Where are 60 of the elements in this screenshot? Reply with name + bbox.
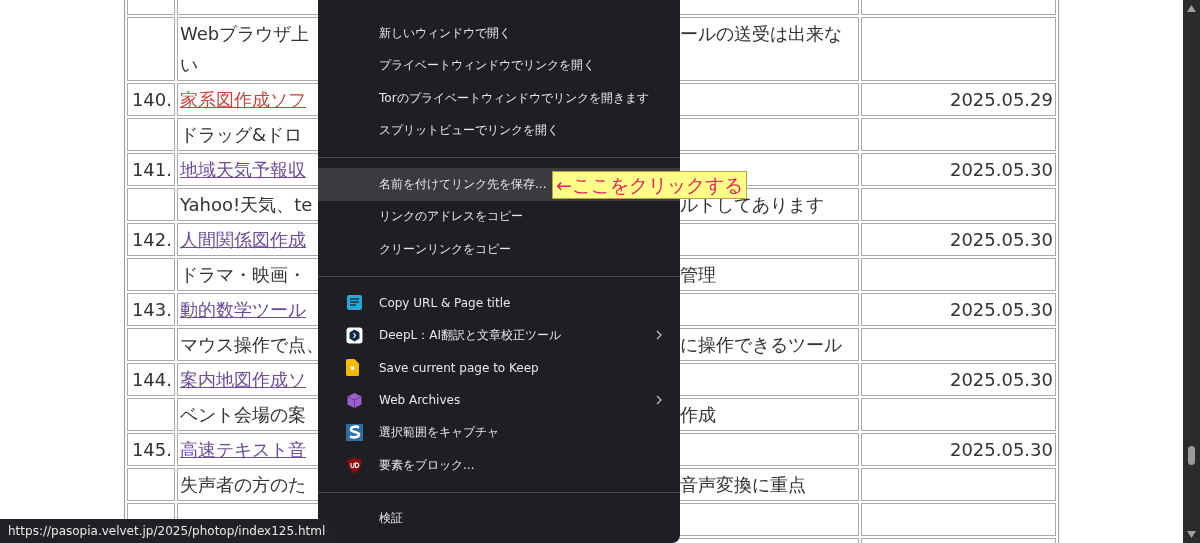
menu-item[interactable]: プライベートウィンドウでリンクを開く <box>318 49 680 82</box>
menu-item[interactable]: クリーンリンクをコピー <box>318 233 680 266</box>
number-cell <box>127 258 175 291</box>
description-text: 失声者の方のた <box>180 473 306 497</box>
menu-item[interactable]: Copy URL & Page title <box>318 286 680 319</box>
description-text: ドラマ・映画・ <box>180 263 306 287</box>
date-cell: 2025.05.30 <box>861 293 1056 326</box>
number-cell <box>127 398 175 431</box>
date-cell: 2025.05.30 <box>861 223 1056 256</box>
menu-item[interactable]: スプリットビューでリンクを開く <box>318 114 680 147</box>
title-link[interactable]: 人間関係図作成 <box>180 229 306 250</box>
scroll-down-icon[interactable] <box>1187 531 1196 538</box>
chevron-right-icon <box>656 395 662 406</box>
number-cell <box>127 188 175 221</box>
speech-bubble-icon <box>346 326 363 344</box>
description-text: 管理 <box>680 263 716 287</box>
number-cell: 145. <box>127 433 175 466</box>
cube-icon <box>346 391 363 409</box>
date-cell: 2025.05.30 <box>861 433 1056 466</box>
menu-item[interactable]: Torのプライベートウィンドウでリンクを開きます <box>318 82 680 115</box>
number-cell: 144. <box>127 363 175 396</box>
description-text: ールの送受は出来な <box>680 22 842 46</box>
description-text: 音声変換に重点 <box>680 473 806 497</box>
s-logo-icon <box>346 424 363 442</box>
description-text: い <box>180 54 198 75</box>
number-cell <box>127 328 175 361</box>
menu-item[interactable]: 新しいウィンドウで開く <box>318 17 680 50</box>
scroll-up-icon[interactable] <box>1187 5 1196 12</box>
menu-item[interactable]: リンクのアドレスをコピー <box>318 200 680 233</box>
scrollbar[interactable] <box>1183 0 1200 543</box>
number-cell <box>127 468 175 501</box>
date-cell: 2025.05.29 <box>861 83 1056 116</box>
menu-item[interactable]: Web Archives <box>318 384 680 417</box>
scrollbar-thumb[interactable] <box>1188 446 1195 465</box>
title-link[interactable]: 高速テキスト音 <box>180 439 306 460</box>
title-link[interactable]: 地域天気予報収 <box>180 159 306 180</box>
menu-item[interactable]: 要素をブロック... <box>318 449 680 482</box>
chevron-right-icon <box>656 330 662 341</box>
title-link[interactable]: 動的数学ツール <box>180 299 306 320</box>
description-text: Webブラウザ上 <box>180 22 310 46</box>
date-cell: 2025.05.30 <box>861 153 1056 186</box>
number-cell: 141. <box>127 153 175 186</box>
description-text: に操作できるツール <box>680 333 842 357</box>
number-cell: 140. <box>127 83 175 116</box>
title-link[interactable]: 案内地図作成ソ <box>180 369 306 390</box>
note-icon <box>346 294 363 312</box>
number-cell <box>127 118 175 151</box>
menu-item[interactable]: 選択範囲をキャプチャ <box>318 416 680 449</box>
description-text: ベント会場の案 <box>180 403 306 427</box>
description-text: 作成 <box>680 403 716 427</box>
date-cell: 2025.05.30 <box>861 363 1056 396</box>
shield-icon <box>346 456 363 474</box>
title-link[interactable]: 家系図作成ソフ <box>180 89 306 110</box>
description-text: ドラッグ&ドロ <box>180 123 303 147</box>
click-hint-tooltip: ←ここをクリックする <box>552 171 747 199</box>
number-cell: 143. <box>127 293 175 326</box>
description-text: Yahoo!天気、te <box>180 193 313 217</box>
note-icon <box>346 359 359 377</box>
number-cell <box>127 17 175 81</box>
number-cell: 142. <box>127 223 175 256</box>
